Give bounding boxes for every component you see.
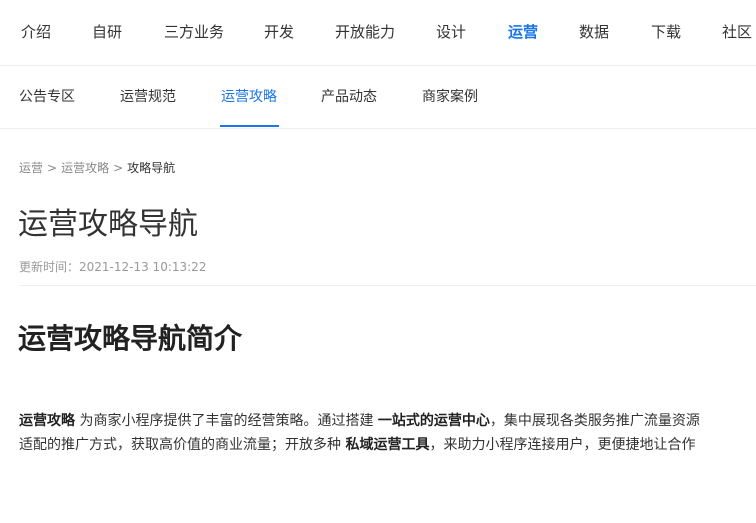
top-nav: 介绍 自研 三方业务 开发 开放能力 设计 运营 数据 下载 社区 bbox=[0, 0, 756, 66]
page-title: 运营攻略导航 bbox=[18, 207, 198, 242]
sub-nav: 公告专区 运营规范 运营攻略 产品动态 商家案例 bbox=[0, 66, 756, 129]
sub-nav-item-rules[interactable]: 运营规范 bbox=[120, 87, 176, 107]
sub-nav-item-cases[interactable]: 商家案例 bbox=[422, 87, 478, 107]
top-nav-item-operation[interactable]: 运营 bbox=[508, 22, 538, 42]
top-nav-item-download[interactable]: 下载 bbox=[651, 22, 681, 42]
breadcrumb-link-operation[interactable]: 运营 bbox=[19, 161, 43, 175]
intro-line-1: 运营攻略 为商家小程序提供了丰富的经营策略。通过搭建 一站式的运营中心，集中展现… bbox=[19, 409, 756, 433]
top-nav-item-develop[interactable]: 开发 bbox=[264, 22, 294, 42]
update-time: 更新时间：2021-12-13 10:13:22 bbox=[19, 260, 207, 274]
active-tab-indicator bbox=[220, 125, 279, 127]
top-nav-item-design[interactable]: 设计 bbox=[436, 22, 466, 42]
page: 介绍 自研 三方业务 开发 开放能力 设计 运营 数据 下载 社区 公告专区 运… bbox=[0, 0, 756, 523]
intro-text: ，来助力小程序连接用户，更便捷地让合作 bbox=[429, 437, 696, 453]
top-nav-item-third-party[interactable]: 三方业务 bbox=[164, 22, 224, 42]
breadcrumb-link-guides[interactable]: 运营攻略 bbox=[61, 161, 109, 175]
intro-text: 适配的推广方式，获取高价值的商业流量；开放多种 bbox=[19, 437, 346, 453]
top-nav-item-self-dev[interactable]: 自研 bbox=[92, 22, 122, 42]
divider bbox=[19, 285, 756, 286]
section-heading: 运营攻略导航简介 bbox=[18, 322, 243, 355]
top-nav-item-intro[interactable]: 介绍 bbox=[21, 22, 51, 42]
sub-nav-item-product-updates[interactable]: 产品动态 bbox=[321, 87, 377, 107]
intro-paragraph: 运营攻略 为商家小程序提供了丰富的经营策略。通过搭建 一站式的运营中心，集中展现… bbox=[19, 409, 756, 457]
breadcrumb: 运营 > 运营攻略 > 攻略导航 bbox=[19, 159, 175, 177]
sub-nav-item-announcements[interactable]: 公告专区 bbox=[19, 87, 75, 107]
top-nav-item-data[interactable]: 数据 bbox=[579, 22, 609, 42]
top-nav-item-open-capability[interactable]: 开放能力 bbox=[335, 22, 395, 42]
intro-bold-private-tools: 私域运营工具 bbox=[345, 437, 430, 453]
intro-text: ，集中展现各类服务推广流量资源 bbox=[489, 413, 700, 429]
breadcrumb-separator: > bbox=[113, 161, 124, 175]
intro-bold-one-stop-center: 一站式的运营中心 bbox=[377, 413, 490, 429]
top-nav-item-community[interactable]: 社区 bbox=[722, 22, 752, 42]
intro-line-2: 适配的推广方式，获取高价值的商业流量；开放多种 私域运营工具，来助力小程序连接用… bbox=[19, 433, 756, 457]
intro-bold-operation-guide: 运营攻略 bbox=[19, 413, 75, 429]
breadcrumb-separator: > bbox=[47, 161, 58, 175]
sub-nav-item-guides[interactable]: 运营攻略 bbox=[221, 87, 277, 107]
breadcrumb-current: 攻略导航 bbox=[127, 161, 176, 175]
intro-text: 为商家小程序提供了丰富的经营策略。通过搭建 bbox=[75, 413, 378, 429]
